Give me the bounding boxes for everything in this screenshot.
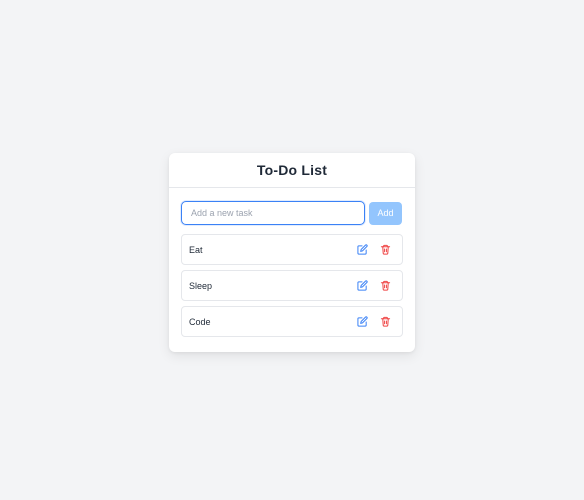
new-task-input[interactable] xyxy=(181,201,365,225)
task-item: Code xyxy=(181,306,403,337)
todo-card: To-Do List Add Eat xyxy=(169,153,415,352)
trash-icon[interactable] xyxy=(379,279,392,292)
edit-icon[interactable] xyxy=(356,243,369,256)
trash-icon[interactable] xyxy=(379,243,392,256)
task-label: Code xyxy=(189,316,211,327)
task-label: Sleep xyxy=(189,280,213,291)
task-item: Sleep xyxy=(181,270,403,301)
add-button[interactable]: Add xyxy=(369,201,402,225)
add-task-row: Add xyxy=(181,201,403,225)
edit-icon[interactable] xyxy=(356,315,369,328)
card-body: Add Eat xyxy=(169,188,415,354)
task-label: Eat xyxy=(189,244,203,255)
trash-icon[interactable] xyxy=(379,315,392,328)
card-header: To-Do List xyxy=(169,153,415,188)
edit-icon[interactable] xyxy=(356,279,369,292)
task-item: Eat xyxy=(181,234,403,265)
task-list: Eat Sleep Code xyxy=(181,234,403,337)
page-title: To-Do List xyxy=(256,162,328,178)
